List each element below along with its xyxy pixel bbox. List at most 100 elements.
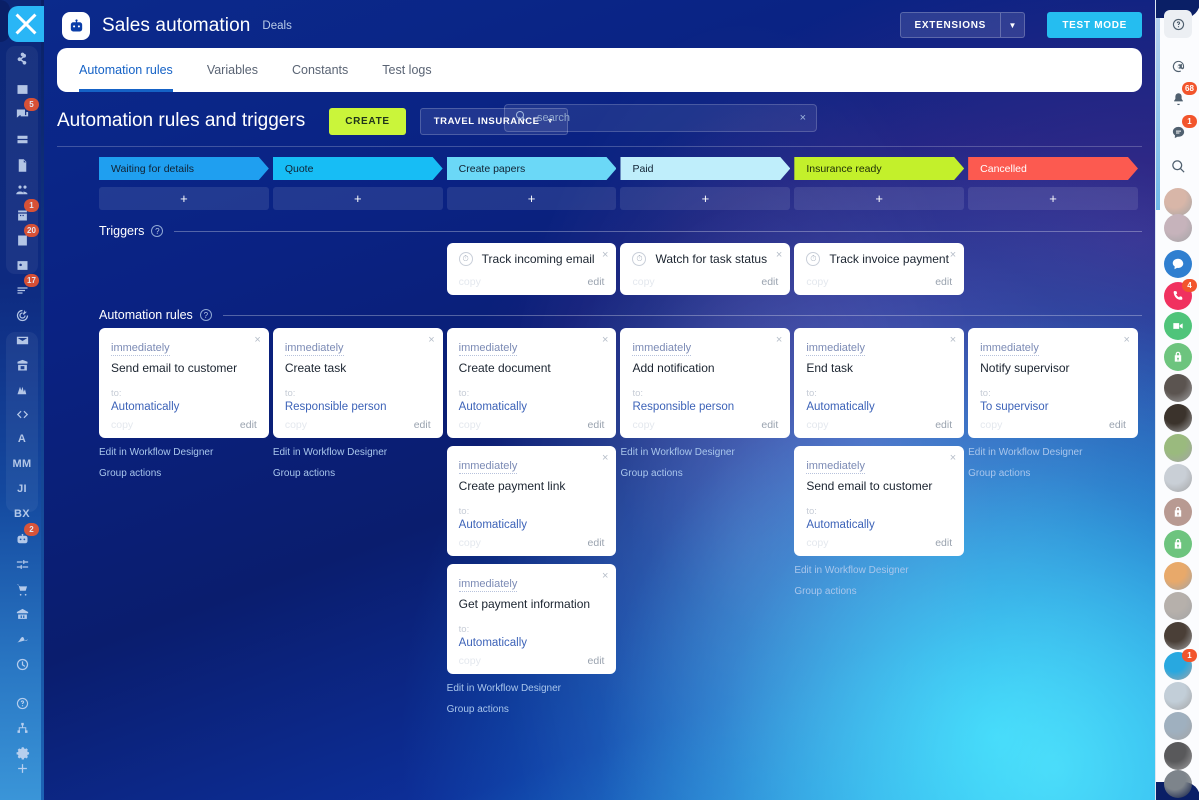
close-icon[interactable]: × [254,334,260,346]
rule-trigger-timing[interactable]: immediately [806,342,865,356]
tab-variables[interactable]: Variables [207,48,258,92]
copy-link[interactable]: copy [632,276,654,288]
avatar[interactable] [1164,682,1192,710]
edit-link[interactable]: edit [935,537,952,549]
telephony-icon[interactable] [1164,52,1192,80]
activity-icon[interactable]: 17 [8,279,36,301]
target-icon[interactable] [8,304,36,326]
rule-trigger-timing[interactable]: immediately [459,342,518,356]
automation-rule-card[interactable]: ×immediatelyNotify supervisorto:To super… [968,328,1138,438]
crm-icon[interactable] [8,48,36,70]
copy-link[interactable]: copy [459,655,481,667]
feed-icon[interactable] [8,78,36,100]
copy-link[interactable]: copy [806,276,828,288]
copy-link[interactable]: copy [459,419,481,431]
rule-trigger-timing[interactable]: immediately [806,460,865,474]
pipeline-stage-2[interactable]: Quote [273,157,443,180]
copy-link[interactable]: copy [806,419,828,431]
automation-rule-card[interactable]: ×immediatelyCreate documentto:Automatica… [447,328,617,438]
rule-trigger-timing[interactable]: immediately [632,342,691,356]
edit-in-workflow-designer-link[interactable]: Edit in Workflow Designer [794,565,964,576]
search-icon[interactable] [1164,152,1192,180]
automation-rule-card[interactable]: ×immediatelyCreate payment linkto:Automa… [447,446,617,556]
avatar[interactable]: 1 [1164,652,1192,680]
group-actions-link[interactable]: Group actions [968,468,1138,479]
add-rule-button-5[interactable]: + [794,187,964,210]
copy-link[interactable]: copy [980,419,1002,431]
rule-trigger-timing[interactable]: immediately [111,342,170,356]
avatar[interactable] [1164,770,1192,798]
messages-icon[interactable]: 1 [1164,118,1192,146]
clear-search-icon[interactable]: × [800,112,806,124]
copy-link[interactable]: copy [459,276,481,288]
signature-icon[interactable] [8,628,36,650]
automation-rule-card[interactable]: ×immediatelySend email to customerto:Aut… [794,446,964,556]
close-icon[interactable]: × [776,334,782,346]
help-icon[interactable]: ? [200,309,212,321]
edit-link[interactable]: edit [588,419,605,431]
trigger-card[interactable]: ×⏱Watch for task statuscopyedit [620,243,790,295]
chevron-down-icon[interactable]: ▼ [1000,13,1024,37]
edit-in-workflow-designer-link[interactable]: Edit in Workflow Designer [620,447,790,458]
group-actions-link[interactable]: Group actions [99,468,269,479]
edit-in-workflow-designer-link[interactable]: Edit in Workflow Designer [99,447,269,458]
close-icon[interactable]: × [602,570,608,582]
avatar[interactable] [1164,404,1192,432]
add-rule-button-2[interactable]: + [273,187,443,210]
close-icon[interactable]: × [602,452,608,464]
right-sidebar[interactable]: 68141 [1155,0,1199,800]
edit-link[interactable]: edit [414,419,431,431]
avatar[interactable] [1164,742,1192,770]
edit-link[interactable]: edit [761,419,778,431]
videocall-icon[interactable] [1164,312,1192,340]
search-box[interactable]: × [504,104,817,132]
rule-recipient[interactable]: Automatically [459,637,605,649]
left-sidebar[interactable]: 512017AMMJIBX2 [0,0,44,800]
copy-link[interactable]: copy [285,419,307,431]
drive-icon[interactable] [8,128,36,150]
automation-rule-card[interactable]: ×immediatelyEnd taskto:Automaticallycopy… [794,328,964,438]
add-rule-button-4[interactable]: + [620,187,790,210]
lock-icon[interactable] [1164,498,1192,526]
contacts-icon[interactable] [8,254,36,276]
avatar[interactable] [1164,434,1192,462]
edit-in-workflow-designer-link[interactable]: Edit in Workflow Designer [447,683,617,694]
extensions-button[interactable]: EXTENSIONS ▼ [900,12,1025,38]
notifications-icon[interactable]: 68 [1164,85,1192,113]
pipeline-stage-5[interactable]: Insurance ready [794,157,964,180]
pipeline-stage-4[interactable]: Paid [620,157,790,180]
automation-rule-card[interactable]: ×immediatelyGet payment informationto:Au… [447,564,617,674]
edit-link[interactable]: edit [588,655,605,667]
close-icon[interactable]: × [776,249,782,261]
storage-icon[interactable] [8,354,36,376]
workspace-a[interactable]: A [8,428,36,450]
avatar[interactable] [1164,562,1192,590]
add-rule-button-1[interactable]: + [99,187,269,210]
rule-recipient[interactable]: Responsible person [632,401,778,413]
settings-icon[interactable] [8,553,36,575]
rule-recipient[interactable]: Automatically [111,401,257,413]
add-rule-button-6[interactable]: + [968,187,1138,210]
workspace-bx[interactable]: BX [8,503,36,525]
copy-link[interactable]: copy [806,537,828,549]
tab-constants[interactable]: Constants [292,48,348,92]
tab-automation-rules[interactable]: Automation rules [79,48,173,92]
group-actions-link[interactable]: Group actions [447,704,617,715]
rule-trigger-timing[interactable]: immediately [459,460,518,474]
avatar[interactable] [1164,622,1192,650]
avatar[interactable] [1164,188,1192,216]
close-icon[interactable]: × [428,334,434,346]
app-logo-button[interactable] [8,6,44,42]
rule-recipient[interactable]: Automatically [806,519,952,531]
pipeline-stage-6[interactable]: Cancelled [968,157,1138,180]
edit-link[interactable]: edit [1109,419,1126,431]
groups-icon[interactable] [8,179,36,201]
trigger-card[interactable]: ×⏱Track incoming emailcopyedit [447,243,617,295]
avatar[interactable] [1164,374,1192,402]
analytics-icon[interactable] [8,379,36,401]
mail-icon[interactable] [8,329,36,351]
edit-link[interactable]: edit [240,419,257,431]
copy-link[interactable]: copy [111,419,133,431]
close-icon[interactable]: × [950,249,956,261]
edit-in-workflow-designer-link[interactable]: Edit in Workflow Designer [968,447,1138,458]
